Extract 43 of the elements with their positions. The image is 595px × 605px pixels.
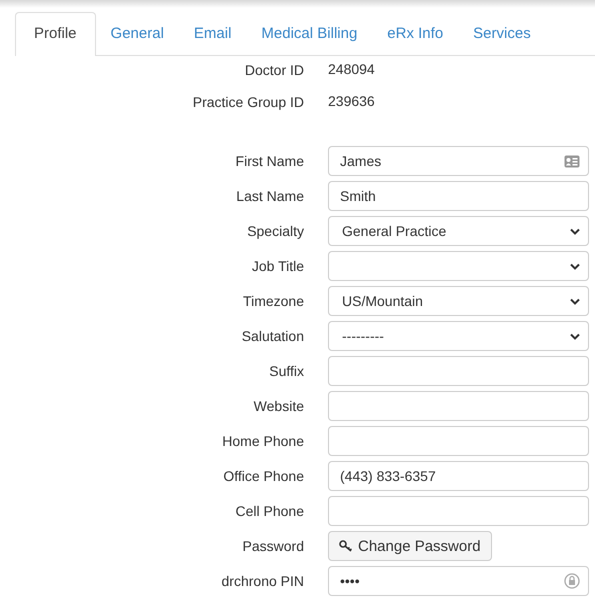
input-field[interactable]: (443) 833-6357 xyxy=(328,461,589,491)
field-value: 248094 xyxy=(328,60,376,79)
tab[interactable]: General xyxy=(96,12,179,55)
dropdown[interactable]: --------- xyxy=(328,321,589,351)
tab[interactable]: Profile xyxy=(15,12,96,56)
chevron-down-icon xyxy=(570,228,580,234)
field-label: Salutation xyxy=(240,328,304,344)
pin-field[interactable]: •••• xyxy=(328,566,589,596)
contact-card-icon xyxy=(564,154,580,168)
field-label: Job Title xyxy=(250,258,304,274)
tab[interactable]: Medical Billing xyxy=(246,12,372,55)
dropdown[interactable]: US/Mountain xyxy=(328,286,589,316)
field-label: Office Phone xyxy=(222,468,304,484)
field-label: Practice Group ID xyxy=(192,94,304,110)
input-field[interactable] xyxy=(328,356,589,386)
field-value: 239636 xyxy=(328,92,376,111)
field-label: Password xyxy=(242,538,304,554)
field-label: Specialty xyxy=(246,223,304,239)
tab[interactable]: eRx Info xyxy=(372,12,458,55)
field-label: drchrono PIN xyxy=(220,573,304,589)
key-icon xyxy=(339,540,353,552)
dropdown[interactable]: General Practice xyxy=(328,216,589,246)
field-label: Suffix xyxy=(268,363,304,379)
chevron-down-icon xyxy=(570,262,580,270)
lock-icon xyxy=(564,572,580,590)
field-label: Cell Phone xyxy=(234,503,304,519)
input-field[interactable] xyxy=(328,391,589,421)
field-label: Doctor ID xyxy=(244,62,304,78)
tab[interactable]: Services xyxy=(458,12,546,55)
dropdown[interactable] xyxy=(328,251,589,281)
input-field[interactable] xyxy=(328,496,589,526)
input-field[interactable]: Smith xyxy=(328,181,589,211)
field-label: Home Phone xyxy=(221,433,304,449)
input-field[interactable] xyxy=(328,426,589,456)
chevron-down-icon xyxy=(570,332,580,340)
field-label: Timezone xyxy=(242,293,304,309)
field-label: First Name xyxy=(234,153,304,169)
chevron-down-icon xyxy=(570,298,580,304)
tab[interactable]: Email xyxy=(178,12,246,55)
field-label: Website xyxy=(252,398,304,414)
field-label: Last Name xyxy=(235,188,304,204)
change-password-button[interactable]: Change Password xyxy=(328,531,492,561)
input-field[interactable]: James xyxy=(328,146,589,176)
